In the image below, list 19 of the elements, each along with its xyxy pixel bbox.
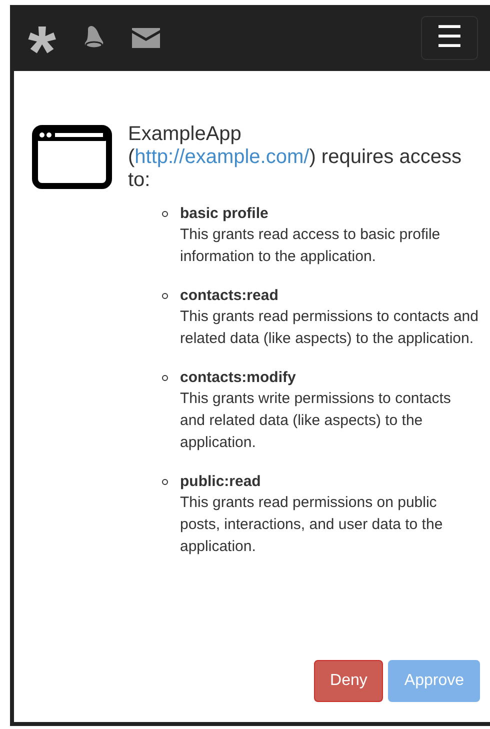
access-request-text: ExampleApp (http://example.com/) requires access to: [128,123,462,192]
scope-description: This grants read permissions on public posts, interactions, and user data to the application. [180,493,444,557]
scope-name: public:read [180,472,262,492]
scope-name: basic profile [180,204,270,224]
bullet-icon [162,293,168,299]
bullet-icon [162,479,168,485]
bullet-icon [162,211,168,217]
scope-name: contacts:modify [180,368,297,388]
menu-button[interactable]: ☰ [421,16,478,60]
scope-description: This grants read permissions to contacts and related data (like aspects) to the application. [180,307,480,349]
scope-description: This grants read access to basic profile information to the application. [180,225,442,267]
app-url-link[interactable]: http://example.com/ [134,146,310,168]
scope-name: contacts:read [180,286,280,306]
bullet-icon [162,375,168,381]
browser-window-icon [32,125,112,189]
deny-button[interactable]: Deny [314,660,384,702]
envelope-icon[interactable] [132,28,160,48]
scope-description: This grants write permissions to contacts and related data (like aspects) to the application. [180,389,452,453]
logo[interactable]: * [28,12,56,64]
